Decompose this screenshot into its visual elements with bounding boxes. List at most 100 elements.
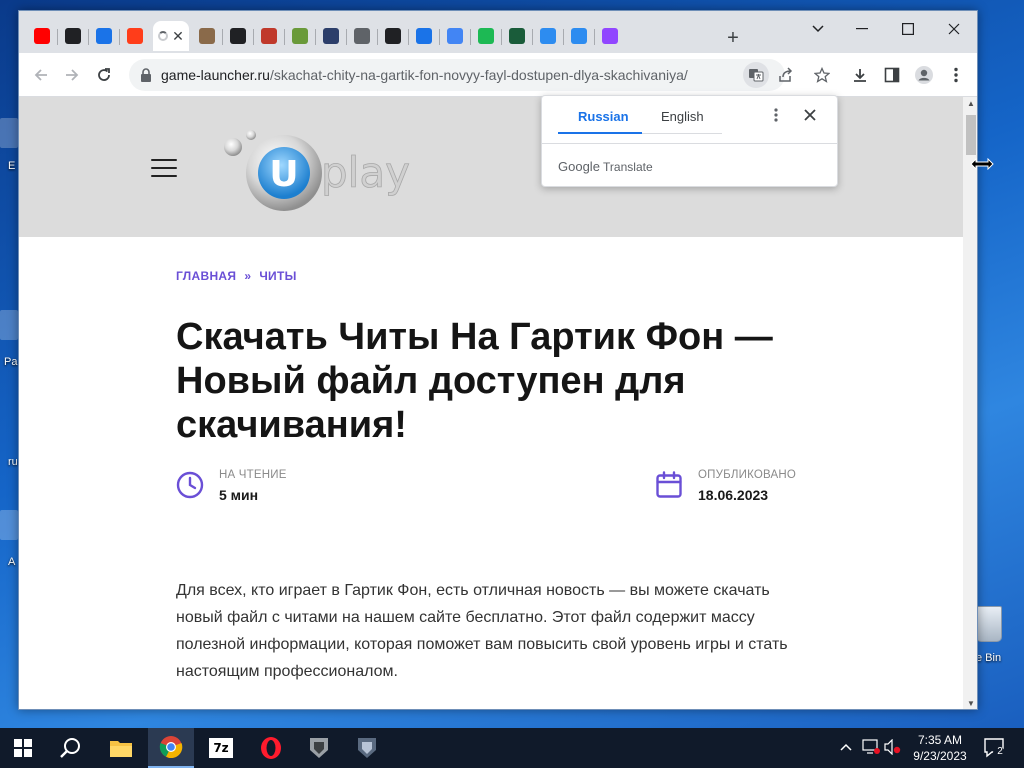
- reading-time-label: НА ЧТЕНИЕ: [219, 469, 287, 481]
- star-icon: [814, 67, 830, 83]
- arrow-right-icon: [66, 69, 79, 81]
- url-text: game-launcher.ru/skachat-chity-na-gartik…: [161, 67, 688, 83]
- tab-close-button[interactable]: ✕: [172, 28, 184, 45]
- tab-separator: [88, 29, 89, 45]
- tab-strip: ✕ +: [19, 11, 977, 53]
- browser-tab[interactable]: [29, 21, 55, 51]
- browser-tab[interactable]: [597, 21, 623, 51]
- maximize-button[interactable]: [885, 15, 931, 43]
- taskbar-chrome[interactable]: [148, 728, 194, 768]
- taskbar-file-explorer[interactable]: [98, 728, 144, 768]
- close-window-button[interactable]: [931, 15, 977, 43]
- chevrons-icon: [416, 28, 432, 44]
- start-button[interactable]: [0, 728, 46, 768]
- page-scrollbar[interactable]: ▲ ▼: [963, 97, 977, 709]
- terminal-icon: [509, 28, 525, 44]
- forward-button[interactable]: [59, 62, 85, 88]
- share-button[interactable]: [773, 62, 799, 88]
- side-panel-icon: [884, 67, 900, 83]
- desktop-icon-label: ru: [8, 456, 18, 468]
- browser-tab[interactable]: [287, 21, 313, 51]
- translate-close-button[interactable]: [804, 106, 816, 126]
- browser-tab[interactable]: [535, 21, 561, 51]
- translate-button[interactable]: [743, 62, 769, 88]
- close-icon: [804, 109, 816, 121]
- breadcrumb-home-link[interactable]: ГЛАВНАЯ: [176, 269, 236, 283]
- tab-separator: [284, 29, 285, 45]
- file-explorer-icon: [110, 741, 132, 757]
- desktop-icon-label: Pa: [4, 356, 18, 368]
- breadcrumb: ГЛАВНАЯ » ЧИТЫ: [176, 269, 297, 283]
- article-title: Скачать Читы На Гартик Фон — Новый файл …: [176, 316, 773, 446]
- tray-network[interactable]: [862, 739, 880, 758]
- tools-icon: [323, 28, 339, 44]
- downloads-button[interactable]: [847, 62, 873, 88]
- desktop-icon[interactable]: [0, 310, 18, 340]
- browser-tab[interactable]: [442, 21, 468, 51]
- notification-count: 2: [997, 746, 1003, 757]
- lock-icon: [141, 68, 151, 82]
- menu-button[interactable]: [943, 62, 969, 88]
- taskbar-world-of-tanks[interactable]: [296, 728, 342, 768]
- tab-separator: [346, 29, 347, 45]
- taskbar-7zip[interactable]: 7z: [198, 728, 244, 768]
- uplay-logo[interactable]: U play: [219, 125, 419, 215]
- minimize-button[interactable]: [839, 15, 885, 43]
- 7zip-icon: 7z: [209, 738, 233, 758]
- tab-separator: [315, 29, 316, 45]
- scroll-down-arrow-icon[interactable]: ▼: [967, 699, 975, 708]
- browser-tab[interactable]: [566, 21, 592, 51]
- github-icon: [230, 28, 246, 44]
- reload-button[interactable]: [91, 62, 117, 88]
- address-bar[interactable]: game-launcher.ru/skachat-chity-na-gartik…: [129, 59, 830, 91]
- bookmark-button[interactable]: [809, 62, 835, 88]
- back-button[interactable]: [28, 62, 54, 88]
- new-tab-button[interactable]: +: [721, 27, 745, 51]
- url-path: /skachat-chity-na-gartik-fon-novyy-fayl-…: [269, 67, 688, 83]
- url-host: game-launcher.ru: [161, 67, 270, 83]
- tab-separator: [222, 29, 223, 45]
- menu-hamburger-icon[interactable]: [151, 159, 177, 177]
- taskbar-opera[interactable]: [248, 728, 294, 768]
- browser-tab[interactable]: [504, 21, 530, 51]
- browser-tab[interactable]: [318, 21, 344, 51]
- translate-options-button[interactable]: [774, 108, 778, 127]
- browser-tab[interactable]: [122, 21, 148, 51]
- desktop-icon[interactable]: [0, 510, 18, 540]
- tray-volume[interactable]: [884, 738, 902, 758]
- browser-tab[interactable]: [380, 21, 406, 51]
- browser-tab[interactable]: [91, 21, 117, 51]
- desktop-icon[interactable]: [0, 118, 18, 148]
- browser-tab[interactable]: [256, 21, 282, 51]
- tray-overflow-button[interactable]: [840, 740, 852, 754]
- world-of-tanks-icon: [310, 738, 328, 758]
- profile-button[interactable]: [911, 62, 937, 88]
- tab-search-button[interactable]: [795, 15, 841, 43]
- translate-popup: Russian English Google Translate: [541, 95, 838, 187]
- browser-tab[interactable]: ✕: [153, 21, 189, 51]
- scrollbar-thumb[interactable]: [966, 115, 976, 155]
- tab-separator: [408, 29, 409, 45]
- swirl-icon: [571, 28, 587, 44]
- browser-tab[interactable]: [225, 21, 251, 51]
- reading-time-value: 5 мин: [219, 487, 259, 503]
- translate-tab-source[interactable]: Russian: [578, 109, 629, 131]
- browser-tab[interactable]: [473, 21, 499, 51]
- browser-tab[interactable]: [60, 21, 86, 51]
- browser-tab[interactable]: [349, 21, 375, 51]
- notification-center-button[interactable]: 2: [982, 736, 1006, 760]
- scroll-up-arrow-icon[interactable]: ▲: [967, 99, 975, 108]
- browser-tab[interactable]: [194, 21, 220, 51]
- recycle-bin-label: e Bin: [976, 652, 1002, 664]
- search-button[interactable]: [48, 728, 94, 768]
- desktop-icon-label: E: [8, 160, 16, 172]
- tab-separator: [594, 29, 595, 45]
- taskbar-world-of-warships[interactable]: [344, 728, 390, 768]
- system-clock[interactable]: 7:35 AM 9/23/2023: [905, 732, 975, 764]
- translate-tab-target[interactable]: English: [661, 109, 704, 131]
- breadcrumb-section-link[interactable]: ЧИТЫ: [259, 269, 296, 283]
- share-icon: [779, 67, 793, 82]
- browser-tab[interactable]: [411, 21, 437, 51]
- side-panel-button[interactable]: [879, 62, 905, 88]
- desktop-icon-label: A: [8, 556, 16, 568]
